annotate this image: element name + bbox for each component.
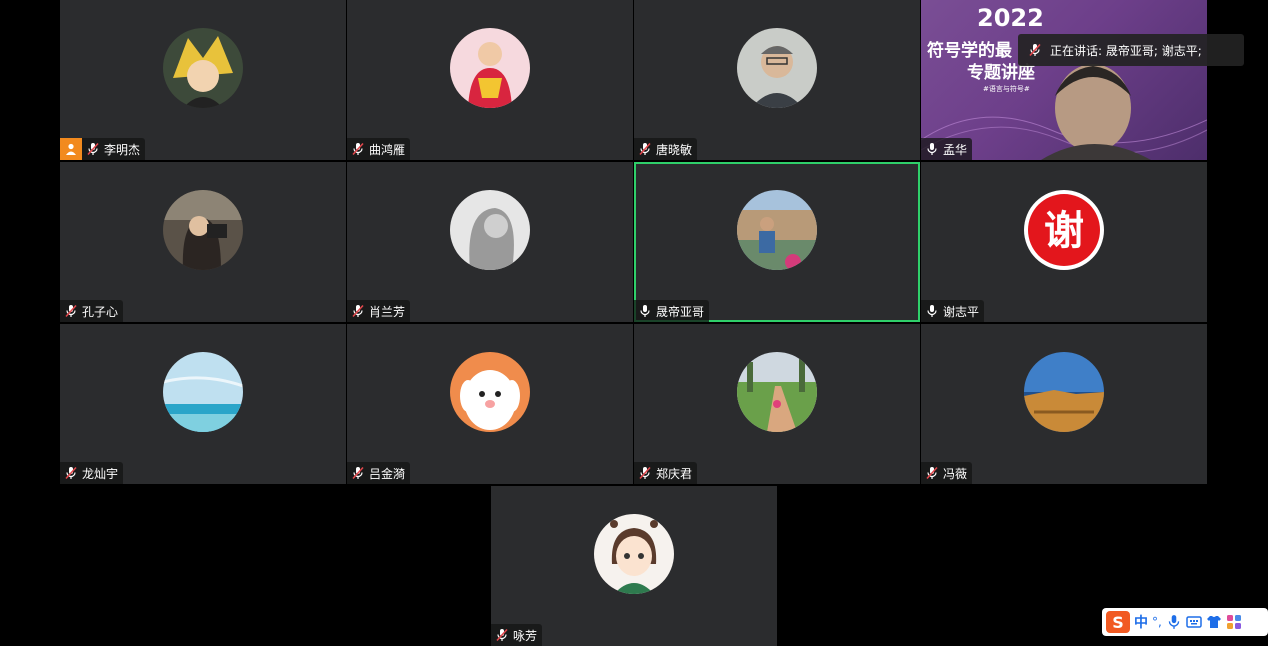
participant-name: 孔子心 bbox=[82, 304, 119, 319]
mic-muted-icon bbox=[64, 466, 78, 480]
ime-mode-toggle[interactable]: 中 bbox=[1134, 612, 1148, 632]
name-tag: 郑庆君 bbox=[634, 462, 698, 484]
participant-tile[interactable]: 唐晓敏 bbox=[634, 0, 920, 160]
participant-name: 肖兰芳 bbox=[369, 304, 406, 319]
name-tag: 孔子心 bbox=[60, 300, 124, 322]
participant-tile[interactable]: 吕金漪 bbox=[347, 324, 633, 484]
participant-name: 李明杰 bbox=[104, 142, 141, 157]
mic-muted-icon bbox=[638, 142, 652, 156]
ime-punct-toggle[interactable]: °, bbox=[1152, 615, 1162, 629]
ime-logo[interactable]: S bbox=[1106, 611, 1130, 633]
name-tag: 肖兰芳 bbox=[347, 300, 411, 322]
name-tag: 晟帝亚哥 bbox=[634, 300, 710, 322]
name-tag: 谢志平 bbox=[921, 300, 985, 322]
participant-tile[interactable]: 谢 谢志平 bbox=[921, 162, 1207, 322]
participant-tile[interactable]: 李明杰 bbox=[60, 0, 346, 160]
participant-name: 孟华 bbox=[943, 142, 968, 157]
mic-muted-icon bbox=[351, 142, 365, 156]
mic-muted-icon bbox=[351, 466, 365, 480]
mic-icon bbox=[925, 142, 939, 156]
mic-muted-icon bbox=[638, 466, 652, 480]
name-tag: 龙灿宇 bbox=[60, 462, 124, 484]
name-tag: 孟华 bbox=[921, 138, 973, 160]
avatar bbox=[163, 28, 243, 108]
avatar-char: 谢 bbox=[1044, 208, 1084, 254]
participant-tile[interactable]: 曲鸿雁 bbox=[347, 0, 633, 160]
avatar bbox=[450, 28, 530, 108]
avatar bbox=[450, 190, 530, 270]
avatar bbox=[163, 190, 243, 270]
mic-muted-icon bbox=[351, 304, 365, 318]
participant-tile[interactable]: 郑庆君 bbox=[634, 324, 920, 484]
participant-tile[interactable]: 肖兰芳 bbox=[347, 162, 633, 322]
avatar bbox=[737, 352, 817, 432]
ime-toolbar[interactable]: S 中 °, bbox=[1102, 608, 1268, 636]
participant-tile-screen-share[interactable]: 2022 符号学的最 专题讲座 #语言与符号# 孟华 bbox=[921, 0, 1207, 160]
name-tag: 唐晓敏 bbox=[634, 138, 698, 160]
avatar bbox=[450, 352, 530, 432]
participant-name: 唐晓敏 bbox=[656, 142, 693, 157]
mic-icon bbox=[925, 304, 939, 318]
avatar bbox=[737, 190, 817, 270]
participant-tile[interactable]: 冯薇 bbox=[921, 324, 1207, 484]
mic-icon[interactable] bbox=[1166, 614, 1182, 630]
name-tag: 冯薇 bbox=[921, 462, 973, 484]
participant-name: 吕金漪 bbox=[369, 466, 406, 481]
host-icon bbox=[60, 138, 82, 160]
name-tag: 吕金漪 bbox=[347, 462, 411, 484]
mic-muted-icon bbox=[86, 142, 100, 156]
participant-name: 曲鸿雁 bbox=[369, 142, 406, 157]
shared-screen: 2022 符号学的最 专题讲座 #语言与符号# bbox=[921, 0, 1207, 160]
avatar bbox=[1024, 352, 1104, 432]
mic-muted-icon bbox=[925, 466, 939, 480]
presenter-video bbox=[921, 64, 1207, 160]
participant-tile[interactable]: 孔子心 bbox=[60, 162, 346, 322]
participant-name: 郑庆君 bbox=[656, 466, 693, 481]
participant-name: 龙灿宇 bbox=[82, 466, 119, 481]
apps-icon[interactable] bbox=[1226, 614, 1242, 630]
avatar bbox=[163, 352, 243, 432]
participant-tile[interactable]: 龙灿宇 bbox=[60, 324, 346, 484]
avatar bbox=[737, 28, 817, 108]
name-tag: 咏芳 bbox=[491, 624, 543, 646]
active-speaker-banner: 正在讲话: 晟帝亚哥; 谢志平; bbox=[1018, 34, 1244, 66]
avatar: 谢 bbox=[1024, 190, 1104, 270]
participant-tile[interactable]: 咏芳 bbox=[491, 486, 777, 646]
avatar bbox=[594, 514, 674, 594]
participant-name: 咏芳 bbox=[513, 628, 538, 643]
participant-name: 谢志平 bbox=[943, 304, 980, 319]
participant-name: 冯薇 bbox=[943, 466, 968, 481]
mic-muted-icon bbox=[495, 628, 509, 642]
name-tag: 李明杰 bbox=[60, 138, 146, 160]
participant-name: 晟帝亚哥 bbox=[656, 304, 705, 319]
participant-tile-active-speaker[interactable]: 晟帝亚哥 bbox=[634, 162, 920, 322]
mic-muted-icon bbox=[1028, 43, 1042, 57]
keyboard-icon[interactable] bbox=[1186, 614, 1202, 630]
name-tag: 曲鸿雁 bbox=[347, 138, 411, 160]
shirt-icon[interactable] bbox=[1206, 614, 1222, 630]
speaker-banner-text: 正在讲话: 晟帝亚哥; 谢志平; bbox=[1050, 43, 1202, 58]
mic-muted-icon bbox=[64, 304, 78, 318]
mic-icon bbox=[638, 304, 652, 318]
